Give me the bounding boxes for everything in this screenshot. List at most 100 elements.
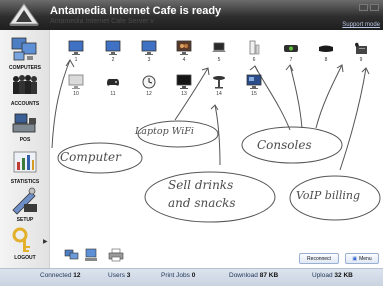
close-button[interactable]	[370, 4, 379, 11]
sidebar-item-computers[interactable]: COMPUTERS	[0, 34, 50, 71]
voip-phone-icon	[355, 42, 367, 54]
computer-number: 6	[252, 57, 256, 63]
status-print-jobs: Print Jobs 0	[161, 272, 195, 279]
status-connected-label: Connected	[40, 272, 72, 279]
setup-icon	[12, 187, 37, 215]
sidebar-item-accounts[interactable]: ACCOUNTS	[0, 72, 50, 107]
computer-number: 5	[217, 57, 221, 63]
computer-number: 14	[216, 91, 222, 97]
computer-tile[interactable]: 15	[242, 74, 266, 97]
status-download: Download 87 KB	[229, 272, 278, 279]
pos-icon	[12, 113, 36, 133]
annotation-drinks-line1: Sell drinks	[168, 178, 234, 192]
printer-action-icon[interactable]	[108, 248, 124, 262]
computer-number: 3	[147, 57, 151, 63]
monitor-icon	[105, 40, 121, 55]
menu-icon: ▣	[352, 255, 358, 262]
reconnect-button[interactable]: Reconnect	[299, 253, 339, 264]
gamepad-icon	[107, 78, 119, 86]
minimize-button[interactable]	[359, 4, 368, 11]
sidebar-label: POS	[19, 137, 31, 143]
status-bar: Connected 12 Users 3 Print Jobs 0 Downlo…	[0, 268, 383, 286]
computer-number: 11	[110, 91, 116, 97]
bar-table-icon	[213, 76, 225, 89]
support-link[interactable]: Support mode	[342, 22, 380, 28]
playstation-console-icon	[319, 45, 333, 52]
computer-tile[interactable]: 5	[207, 40, 231, 63]
sidebar-label: SETUP	[16, 217, 34, 223]
accounts-icon	[13, 75, 37, 94]
title-bar: Antamedia Internet Cafe is ready Antamed…	[0, 0, 383, 30]
computer-number: 2	[111, 57, 115, 63]
computer-number: 15	[251, 91, 257, 97]
antamedia-logo-icon	[9, 3, 39, 26]
computer-number: 7	[289, 57, 293, 63]
window-controls	[359, 4, 379, 11]
laptop-icon	[212, 42, 226, 52]
computer-number: 13	[181, 91, 187, 97]
annotation-drinks-line2: and snacks	[168, 196, 236, 210]
sidebar-item-pos[interactable]: POS	[0, 110, 50, 143]
xbox-console-icon	[284, 45, 298, 52]
sidebar: COMPUTERS ACCOUNTS POS STATISTICS SETUP …	[0, 30, 50, 268]
sidebar-label: STATISTICS	[10, 179, 40, 185]
computer-tile[interactable]: 14	[207, 74, 231, 97]
status-upload-value: 32 KB	[334, 272, 353, 279]
computer-tile[interactable]: 10	[64, 74, 88, 97]
computer-tile[interactable]: 6	[242, 40, 266, 63]
sidebar-label: ACCOUNTS	[10, 101, 40, 107]
status-print-label: Print Jobs	[161, 272, 190, 279]
annotation-voip-billing: VoIP billing	[296, 189, 361, 202]
computer-number: 9	[359, 57, 363, 63]
computer-tile[interactable]: 1	[64, 40, 88, 63]
status-download-value: 87 KB	[259, 272, 279, 279]
monitor-icon	[68, 40, 84, 55]
computer-tile[interactable]: 13	[172, 74, 196, 97]
annotation-computer: Computer	[60, 150, 121, 164]
status-users-value: 3	[126, 272, 131, 279]
monitor-icon	[246, 74, 262, 89]
logout-icon	[12, 227, 30, 252]
computer-tile[interactable]: 9	[349, 40, 373, 63]
menu-button[interactable]: ▣ Menu	[345, 253, 379, 264]
computer-number: 12	[146, 91, 152, 97]
computer-number: 1	[74, 57, 78, 63]
status-print-value: 0	[191, 272, 196, 279]
sidebar-item-statistics[interactable]: STATISTICS	[0, 148, 50, 185]
sidebar-item-setup[interactable]: SETUP	[0, 186, 50, 223]
network-action-icon[interactable]	[84, 248, 100, 262]
computers-action-icon[interactable]	[64, 248, 80, 262]
app-subtitle: Antamedia Internet Cafe Server v	[50, 18, 154, 25]
expand-arrow-icon[interactable]: ▶	[43, 238, 48, 245]
menu-button-label: Menu	[359, 255, 372, 262]
monitor-icon	[176, 74, 192, 89]
status-upload-label: Upload	[312, 272, 333, 279]
computer-tile[interactable]: 8	[314, 40, 338, 63]
computer-number: 4	[182, 57, 186, 63]
wii-console-icon	[249, 40, 260, 55]
monitor-icon	[176, 40, 192, 55]
status-users-label: Users	[108, 272, 125, 279]
monitor-icon	[68, 74, 84, 89]
status-users: Users 3	[108, 272, 130, 279]
statistics-icon	[13, 151, 37, 173]
computer-tile[interactable]: 12	[137, 74, 161, 97]
status-connected: Connected 12	[40, 272, 81, 279]
computers-icon	[11, 37, 37, 61]
status-upload: Upload 32 KB	[312, 272, 353, 279]
status-connected-value: 12	[73, 272, 81, 279]
computer-tile[interactable]: 3	[137, 40, 161, 63]
monitor-icon	[141, 40, 157, 55]
computer-number: 10	[73, 91, 79, 97]
status-download-label: Download	[229, 272, 258, 279]
app-title: Antamedia Internet Cafe is ready	[50, 5, 222, 17]
app-window: Antamedia Internet Cafe is ready Antamed…	[0, 0, 383, 286]
computer-tile[interactable]: 2	[101, 40, 125, 63]
sidebar-label: LOGOUT	[14, 255, 36, 261]
computer-tile[interactable]: 7	[279, 40, 303, 63]
annotation-consoles: Consoles	[257, 138, 312, 152]
computer-tile[interactable]: 11	[101, 74, 125, 97]
clock-icon	[142, 75, 156, 89]
computer-number: 8	[324, 57, 328, 63]
computer-tile[interactable]: 4	[172, 40, 196, 63]
